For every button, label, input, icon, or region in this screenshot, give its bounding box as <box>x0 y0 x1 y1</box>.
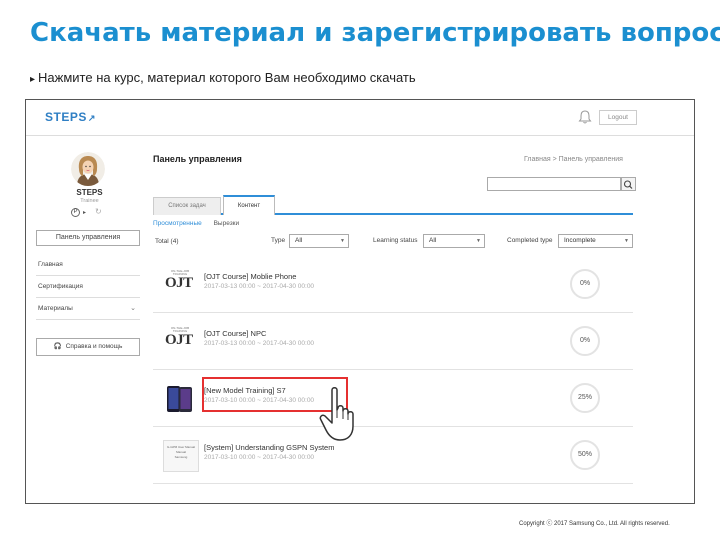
subtab-clips[interactable]: Вырезки <box>214 220 240 227</box>
sidebar-menu: Главная Сертификация Материалы ⌄ <box>36 254 140 320</box>
subtabs: Просмотренные Вырезки <box>153 220 239 227</box>
sidebar: STEPS Trainee P ▸ ↻ Панель управления Гл… <box>26 137 153 467</box>
course-title[interactable]: [OJT Course] NPC <box>204 329 266 338</box>
search-button[interactable] <box>621 177 636 191</box>
bell-icon[interactable] <box>578 109 592 125</box>
instruction-label: Нажмите на курс, материал которого Вам н… <box>38 70 416 85</box>
sidebar-item-materials[interactable]: Материалы ⌄ <box>36 298 140 320</box>
pointing-hand-icon <box>319 387 354 441</box>
learning-status-select[interactable]: All ▼ <box>423 234 485 248</box>
logo-arrow-icon: ↗ <box>87 113 96 123</box>
refresh-icon[interactable]: ↻ <box>95 208 102 216</box>
arrow-right-icon[interactable]: ▸ <box>83 209 86 216</box>
course-row[interactable]: G-GPM User Manual Manual Samsung [System… <box>153 427 633 484</box>
dropdown-arrow-icon: ▼ <box>340 238 345 244</box>
course-list: ON-THE-JOB TRAINING OJT [OJT Course] Mobl… <box>153 256 633 484</box>
app-screenshot: STEPS↗ Logout STEPS Trainee P ▸ ↻ Панель… <box>25 99 695 504</box>
breadcrumb: Главная > Панель управления <box>524 156 623 163</box>
type-select[interactable]: All ▼ <box>289 234 349 248</box>
content-tabs: Список задач Контент <box>153 195 633 215</box>
filter-row: Total (4) Type All ▼ Learning status All ▼… <box>153 234 633 250</box>
progress-circle: 0% <box>570 326 600 356</box>
instruction-text: ▸ Нажмите на курс, материал которого Вам … <box>30 70 416 85</box>
search-input[interactable] <box>487 177 621 191</box>
type-filter-label: Type <box>271 237 286 244</box>
chevron-down-icon: ⌄ <box>130 305 136 312</box>
course-dates: 2017-03-10 00:00 ~ 2017-04-30 00:00 <box>204 454 315 461</box>
top-bar: STEPS↗ Logout <box>26 100 694 136</box>
points-icon[interactable]: P <box>71 208 80 217</box>
tab-content[interactable]: Контент <box>223 195 275 215</box>
document-thumbnail: G-GPM User Manual Manual Samsung <box>163 440 199 472</box>
course-row[interactable]: ON-THE-JOB TRAINING OJT [OJT Course] Mobl… <box>153 256 633 313</box>
progress-circle: 50% <box>570 440 600 470</box>
bullet-icon: ▸ <box>30 74 36 85</box>
dropdown-arrow-icon: ▼ <box>624 238 629 244</box>
app-logo[interactable]: STEPS↗ <box>45 110 96 124</box>
course-row[interactable]: ON-THE-JOB TRAINING OJT [OJT Course] NPC … <box>153 313 633 370</box>
total-count: Total (4) <box>155 238 179 245</box>
profile-name: STEPS <box>76 188 103 197</box>
completed-type-select[interactable]: Incomplete ▼ <box>558 234 633 248</box>
avatar <box>71 152 105 186</box>
completed-type-label: Completed type <box>507 237 553 244</box>
ojt-thumbnail: ON-THE-JOB TRAINING OJT <box>165 326 193 349</box>
course-dates: 2017-03-13 00:00 ~ 2017-04-30 00:00 <box>204 283 315 290</box>
progress-circle: 0% <box>570 269 600 299</box>
page-title: Панель управления <box>153 154 242 164</box>
profile-role: Trainee <box>80 198 99 204</box>
help-button[interactable]: 🎧 Справка и помощь <box>36 338 140 356</box>
dropdown-arrow-icon: ▼ <box>476 238 481 244</box>
sidebar-item-certification[interactable]: Сертификация <box>36 276 140 298</box>
subtab-viewed[interactable]: Просмотренные <box>153 220 202 227</box>
dashboard-button[interactable]: Панель управления <box>36 230 140 246</box>
learning-status-label: Learning status <box>373 237 418 244</box>
logout-button[interactable]: Logout <box>599 110 637 125</box>
progress-circle: 25% <box>570 383 600 413</box>
tab-task-list[interactable]: Список задач <box>153 197 221 215</box>
course-title[interactable]: [System] Understanding GSPN System <box>204 443 334 452</box>
phone-thumbnail <box>167 386 192 412</box>
search-icon <box>623 180 633 189</box>
copyright: Copyright ⓒ 2017 Samsung Co., Ltd. All r… <box>519 521 670 527</box>
ojt-thumbnail: ON-THE-JOB TRAINING OJT <box>165 269 193 292</box>
course-dates: 2017-03-13 00:00 ~ 2017-04-30 00:00 <box>204 340 315 347</box>
headset-icon: 🎧 <box>53 343 62 350</box>
sidebar-item-home[interactable]: Главная <box>36 254 140 276</box>
course-title[interactable]: [OJT Course] Moblie Phone <box>204 272 296 281</box>
slide-title: Скачать материал и зарегистрировать вопр… <box>30 18 720 48</box>
